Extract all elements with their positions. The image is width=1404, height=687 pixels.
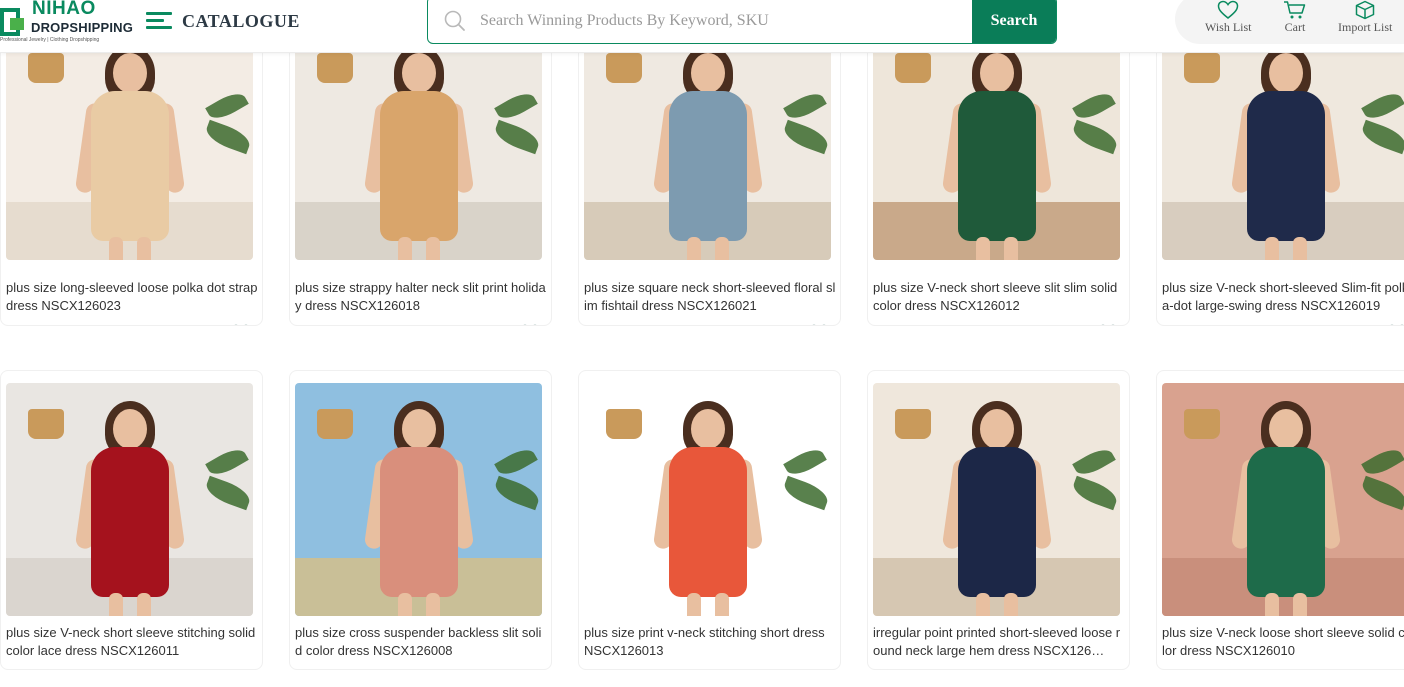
wishlist-heart-icon[interactable]: [1386, 669, 1404, 670]
product-card[interactable]: plus size long-sleeved loose polka dot s…: [0, 26, 263, 326]
logo-line1: NIHAO: [32, 0, 96, 19]
heart-icon: [1218, 0, 1239, 19]
product-title[interactable]: plus size long-sleeved loose polka dot s…: [6, 279, 258, 315]
cart-button[interactable]: Cart: [1283, 0, 1307, 35]
product-image[interactable]: [584, 383, 831, 616]
product-price: US$14.35: [6, 325, 64, 326]
product-price: US$19.25: [873, 325, 931, 326]
product-card[interactable]: plus size V-neck short-sleeved Slim-fit …: [1156, 26, 1404, 326]
wishlist-heart-icon[interactable]: [230, 669, 252, 670]
product-card[interactable]: plus size square neck short-sleeved flor…: [578, 26, 841, 326]
product-price: US$17.15: [1162, 325, 1220, 326]
product-image[interactable]: [6, 383, 253, 616]
catalogue-menu-button[interactable]: CATALOGUE: [146, 9, 300, 33]
product-price: US$17.15: [584, 325, 642, 326]
wish-list-button[interactable]: Wish List: [1205, 0, 1252, 35]
product-title[interactable]: plus size V-neck loose short sleeve soli…: [1162, 624, 1404, 660]
product-title[interactable]: plus size square neck short-sleeved flor…: [584, 279, 836, 315]
product-title[interactable]: plus size strappy halter neck slit print…: [295, 279, 547, 315]
logo-tagline: Professional Jewelry | Clothing Dropship…: [0, 37, 100, 43]
product-image[interactable]: [295, 27, 542, 260]
wish-list-label: Wish List: [1205, 20, 1252, 34]
product-image[interactable]: [584, 27, 831, 260]
hamburger-icon: [146, 12, 172, 30]
product-title[interactable]: plus size V-neck short sleeve stitching …: [6, 624, 258, 660]
cube-icon: [1355, 0, 1375, 20]
product-price: US$18.90: [295, 325, 353, 326]
product-card[interactable]: plus size strappy halter neck slit print…: [289, 26, 552, 326]
logo-mark-icon: [0, 8, 24, 36]
product-card[interactable]: plus size print v-neck stitching short d…: [578, 370, 841, 670]
import-list-label: Import List: [1338, 20, 1393, 34]
product-title[interactable]: plus size print v-neck stitching short d…: [584, 624, 836, 660]
product-card[interactable]: plus size V-neck short sleeve slit slim …: [867, 26, 1130, 326]
wishlist-heart-icon[interactable]: [808, 324, 830, 325]
product-card[interactable]: irregular point printed short-sleeved lo…: [867, 370, 1130, 670]
product-image[interactable]: [1162, 383, 1404, 616]
product-card[interactable]: plus size V-neck loose short sleeve soli…: [1156, 370, 1404, 670]
brand-logo[interactable]: NIHAO DROPSHIPPING Professional Jewelry …: [0, 0, 133, 46]
product-title[interactable]: plus size V-neck short sleeve slit slim …: [873, 279, 1125, 315]
search-input[interactable]: [478, 5, 922, 37]
wishlist-heart-icon[interactable]: [808, 669, 830, 670]
product-image[interactable]: [1162, 27, 1404, 260]
wishlist-heart-icon[interactable]: [519, 669, 541, 670]
catalogue-label: CATALOGUE: [182, 10, 300, 31]
product-image[interactable]: [295, 383, 542, 616]
wishlist-heart-icon[interactable]: [1097, 324, 1119, 325]
wishlist-heart-icon[interactable]: [1386, 324, 1404, 325]
cart-icon: [1284, 1, 1306, 19]
wishlist-heart-icon[interactable]: [1097, 669, 1119, 670]
product-card[interactable]: plus size V-neck short sleeve stitching …: [0, 370, 263, 670]
search-icon: [444, 10, 465, 31]
wishlist-heart-icon[interactable]: [519, 324, 541, 325]
product-image[interactable]: [873, 383, 1120, 616]
product-image[interactable]: [873, 27, 1120, 260]
product-title[interactable]: irregular point printed short-sleeved lo…: [873, 624, 1125, 660]
search-button[interactable]: Search: [972, 0, 1056, 43]
wishlist-heart-icon[interactable]: [230, 324, 252, 325]
import-list-button[interactable]: Import List: [1338, 0, 1392, 35]
top-header: NIHAO DROPSHIPPING Professional Jewelry …: [0, 0, 1404, 53]
header-tools: Wish List Cart Import List: [1175, 0, 1404, 44]
search-bar: Search: [427, 0, 1057, 44]
product-title[interactable]: plus size V-neck short-sleeved Slim-fit …: [1162, 279, 1404, 315]
product-title[interactable]: plus size cross suspender backless slit …: [295, 624, 547, 660]
product-image[interactable]: [6, 27, 253, 260]
cart-label: Cart: [1284, 20, 1306, 34]
logo-line2: DROPSHIPPING: [31, 20, 134, 35]
product-card[interactable]: plus size cross suspender backless slit …: [289, 370, 552, 670]
